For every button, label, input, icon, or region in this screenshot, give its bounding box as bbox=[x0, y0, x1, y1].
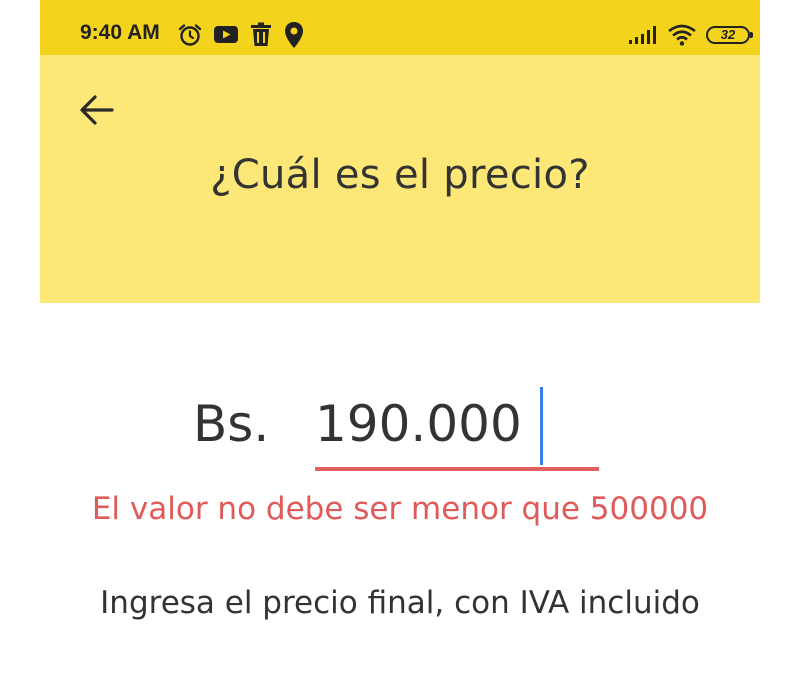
battery-icon: 32 bbox=[706, 26, 753, 44]
battery-level: 32 bbox=[706, 26, 753, 44]
status-bar: 9:40 AM 32 bbox=[40, 0, 760, 55]
header: ¿Cuál es el precio? bbox=[40, 55, 760, 303]
arrow-left-icon bbox=[79, 94, 115, 131]
text-caret bbox=[540, 387, 543, 465]
youtube-icon bbox=[213, 24, 239, 46]
currency-label: Bs. bbox=[193, 395, 270, 453]
status-icons-right: 32 bbox=[628, 20, 753, 50]
alarm-icon bbox=[177, 22, 203, 48]
back-button[interactable] bbox=[70, 85, 124, 139]
error-message: El valor no debe ser menor que 500000 bbox=[91, 491, 709, 527]
phone-screen: 9:40 AM 32 ¿Cuál es el precio? Bs. 190.0… bbox=[40, 0, 760, 700]
status-time: 9:40 AM bbox=[80, 21, 160, 44]
page-title: ¿Cuál es el precio? bbox=[210, 152, 590, 198]
wifi-icon bbox=[668, 24, 696, 46]
price-input[interactable]: 190.000 bbox=[315, 385, 599, 471]
trash-icon bbox=[249, 22, 273, 48]
price-row: Bs. 190.000 bbox=[40, 385, 760, 475]
location-pin-icon bbox=[283, 21, 305, 49]
status-icons-left bbox=[177, 20, 305, 50]
price-input-value: 190.000 bbox=[315, 395, 522, 453]
signal-icon bbox=[628, 25, 658, 45]
helper-text: Ingresa el precio final, con IVA incluid… bbox=[100, 585, 700, 621]
